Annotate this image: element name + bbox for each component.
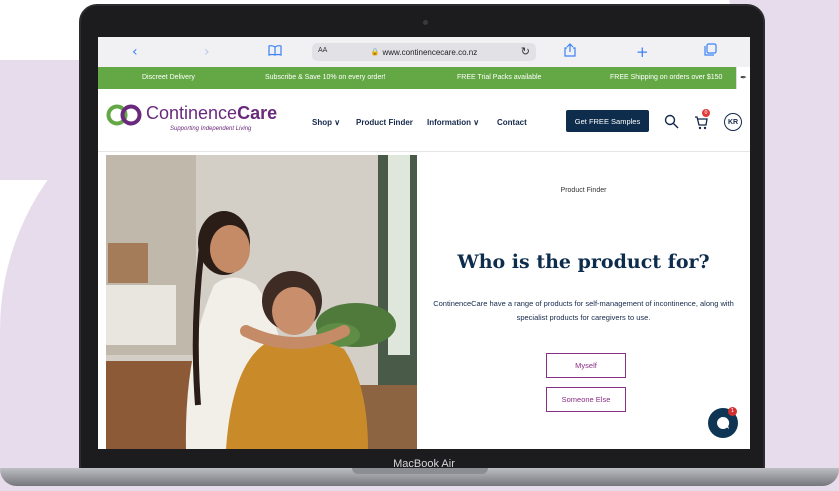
pen-icon[interactable]: ✒ (737, 67, 750, 89)
nav-label: Product Finder (356, 118, 413, 127)
url-text: www.continencecare.co.nz (382, 47, 478, 57)
address-bar[interactable]: AA 🔒 www.continencecare.co.nz ↻ (312, 43, 536, 61)
logo-icon[interactable] (106, 103, 142, 127)
logo-wordmark[interactable]: ContinenceCare (146, 103, 277, 124)
nav-product-finder[interactable]: Product Finder (356, 118, 413, 127)
search-icon[interactable] (664, 114, 679, 129)
nav-information[interactable]: Information ∨ (427, 118, 479, 127)
promo-item: FREE Shipping on orders over $150 (610, 74, 723, 81)
share-icon[interactable] (564, 43, 576, 62)
cart-icon[interactable] (694, 115, 708, 130)
hero-title: Who is the product for? (457, 251, 710, 273)
camera (423, 20, 428, 25)
product-finder-panel: Product Finder Who is the product for? C… (417, 155, 750, 449)
forward-icon[interactable]: › (204, 43, 210, 61)
account-avatar[interactable]: KR (724, 113, 742, 131)
nav-label: Information (427, 118, 471, 127)
nav-shop[interactable]: Shop ∨ (312, 118, 340, 127)
site-header: ContinenceCare Supporting Independent Li… (98, 89, 750, 152)
chevron-down-icon: ∨ (334, 118, 341, 127)
tabs-icon[interactable] (704, 43, 717, 61)
get-free-samples-button[interactable]: Get FREE Samples (566, 110, 649, 132)
new-tab-icon[interactable]: + (636, 43, 649, 61)
cart-count-badge: 0 (702, 109, 710, 117)
chevron-down-icon: ∨ (473, 118, 480, 127)
promo-item: Discreet Delivery (142, 74, 195, 81)
someone-else-button[interactable]: Someone Else (546, 387, 626, 412)
promo-item[interactable]: FREE Trial Packs available (457, 74, 541, 81)
hero-photo (106, 155, 417, 449)
logo-text-regular: Continence (146, 103, 238, 123)
promo-item[interactable]: Subscribe & Save 10% on every order! (265, 74, 386, 81)
eyebrow-label: Product Finder (560, 187, 607, 194)
laptop-notch (352, 468, 488, 474)
nav-label: Shop (312, 118, 332, 127)
chat-bubble-icon (717, 416, 730, 429)
lock-icon: 🔒 (370, 49, 380, 56)
reload-icon[interactable]: ↻ (521, 45, 530, 58)
bookmarks-icon[interactable] (268, 43, 282, 61)
back-icon[interactable]: ‹ (132, 43, 138, 61)
hero-illustration (106, 155, 417, 449)
logo-text-bold: Care (237, 103, 278, 123)
chat-notification-badge: 1 (728, 407, 737, 416)
logo-tagline: Supporting Independent Living (170, 126, 252, 132)
laptop-frame: ‹ › AA 🔒 www.continencecare.co.nz ↻ + Di… (79, 4, 765, 470)
myself-button[interactable]: Myself (546, 353, 626, 378)
reader-aa-button[interactable]: AA (318, 47, 327, 54)
hero-description: ContinenceCare have a range of products … (433, 299, 734, 322)
browser-toolbar: ‹ › AA 🔒 www.continencecare.co.nz ↻ + (98, 37, 750, 67)
nav-label: Contact (497, 118, 527, 127)
nav-contact[interactable]: Contact (497, 118, 527, 127)
promo-bar: Discreet Delivery Subscribe & Save 10% o… (98, 67, 750, 89)
screen: ‹ › AA 🔒 www.continencecare.co.nz ↻ + Di… (98, 37, 750, 449)
